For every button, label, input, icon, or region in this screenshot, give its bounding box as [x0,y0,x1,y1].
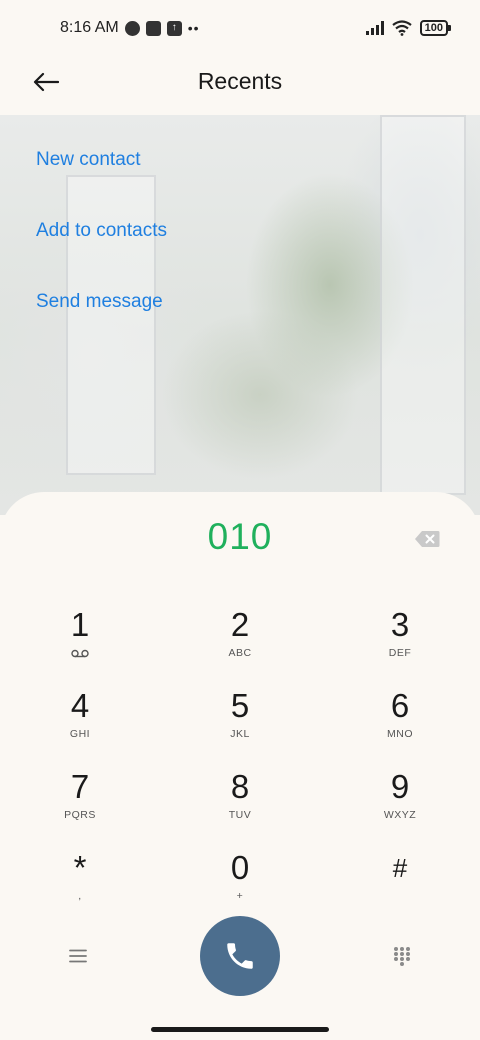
key-digit: 7 [70,768,90,805]
new-contact-link[interactable]: New contact [36,140,167,211]
key-digit: * [73,849,87,886]
send-message-link[interactable]: Send message [36,282,167,353]
signal-icon [365,21,384,35]
dialed-number: 010 [207,516,273,557]
key-letters: TUV [228,809,252,821]
menu-button[interactable] [62,942,94,970]
call-button[interactable] [200,916,280,996]
status-time: 8:16 AM [60,19,119,36]
key-letters: ABC [228,647,252,659]
key-digit: 5 [230,687,250,724]
key-3[interactable]: 3 DEF [320,605,480,686]
notification-icon [145,20,161,36]
dialpad-toggle-button[interactable] [386,942,418,970]
key-digit: # [392,853,408,883]
status-bar: 8:16 AM ↑ •• 100 [0,0,480,56]
keypad: 1 2 ABC 3 DEF 4 GHI 5 JKL 6 MNO 7 PQRS 8… [0,605,480,929]
menu-icon [69,949,87,963]
key-1[interactable]: 1 [0,605,160,686]
key-8[interactable]: 8 TUV [160,767,320,848]
key-letters: PQRS [64,809,96,821]
upload-icon: ↑ [166,20,182,36]
key-2[interactable]: 2 ABC [160,605,320,686]
voicemail-icon [71,649,89,658]
page-title: Recents [197,68,283,94]
key-9[interactable]: 9 WXYZ [320,767,480,848]
action-list: New contact Add to contacts Send message [36,140,167,353]
dialpad-icon [394,947,410,966]
key-digit: 3 [390,606,410,643]
key-letters: DEF [388,647,412,659]
key-letters: WXYZ [383,809,417,821]
key-6[interactable]: 6 MNO [320,686,480,767]
key-letters: , [78,890,82,902]
key-digit: 2 [230,606,250,643]
backspace-icon [415,531,440,547]
dialer-bottom-bar [0,916,480,996]
phone-icon [227,943,253,969]
key-digit: 8 [230,768,250,805]
more-notifications-icon: •• [187,20,200,36]
key-letters: + [236,890,244,902]
key-letters: JKL [230,728,250,740]
dialer-panel: 010 1 2 ABC 3 DEF 4 GHI 5 JKL 6 MNO 7 PQ… [0,492,480,1040]
key-digit: 4 [70,687,90,724]
key-letters: GHI [69,728,91,740]
key-4[interactable]: 4 GHI [0,686,160,767]
key-digit: 9 [390,768,410,805]
backspace-button[interactable] [414,530,440,548]
add-to-contacts-link[interactable]: Add to contacts [36,211,167,282]
key-digit: 1 [70,606,90,643]
key-digit: 0 [230,849,250,886]
app-bar: Recents [0,56,480,115]
key-5[interactable]: 5 JKL [160,686,320,767]
wifi-icon [391,20,412,36]
notification-icon [124,20,140,36]
home-indicator[interactable] [151,1027,329,1032]
battery-indicator: 100 [419,20,452,36]
key-letters: MNO [387,728,413,740]
key-7[interactable]: 7 PQRS [0,767,160,848]
key-digit: 6 [390,687,410,724]
window-frame-decor [380,115,466,495]
